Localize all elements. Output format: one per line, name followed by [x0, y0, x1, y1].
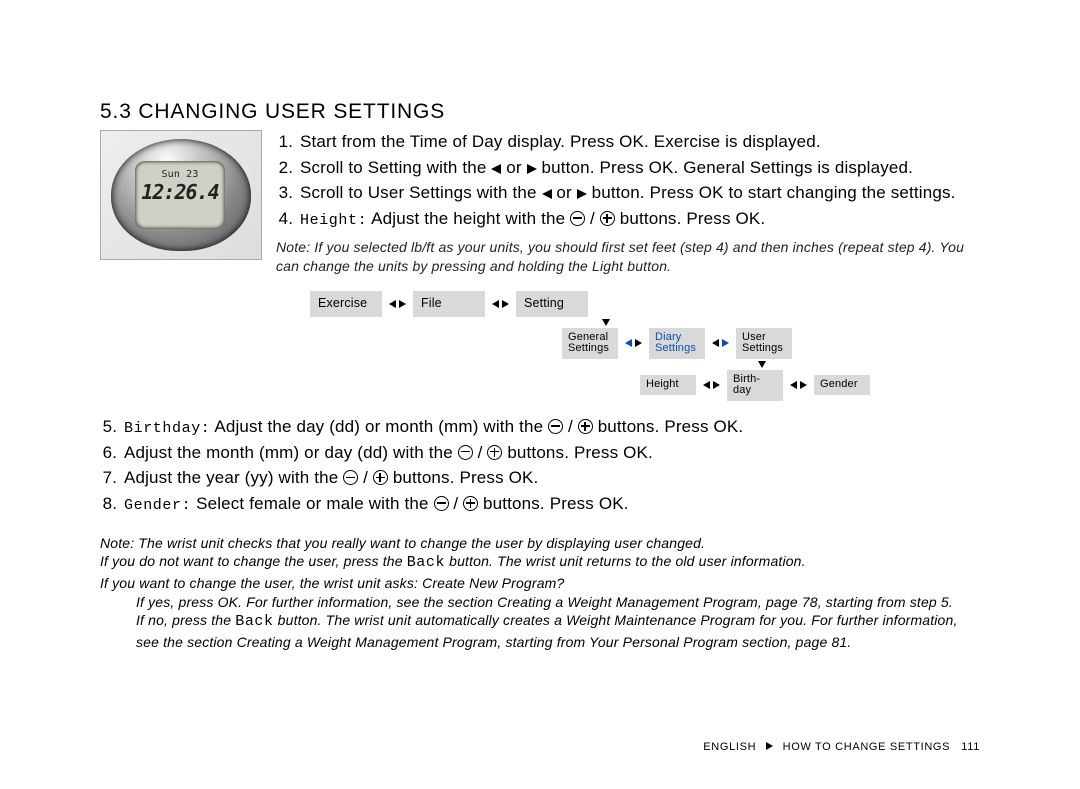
height-label: Height:: [300, 212, 367, 229]
right-arrow-icon: [577, 189, 587, 199]
footer-section: HOW TO CHANGE SETTINGS: [783, 741, 951, 753]
watch-time: 12:26.4: [135, 180, 225, 204]
steps-1-4: Start from the Time of Day display. Pres…: [276, 130, 980, 232]
left-arrow-icon: [542, 189, 552, 199]
step-3: Scroll to User Settings with the or butt…: [298, 181, 980, 206]
right-arrow-icon: [399, 300, 406, 308]
page-footer: ENGLISH HOW TO CHANGE SETTINGS 111: [703, 741, 980, 753]
menu-general-settings: General Settings: [562, 328, 618, 359]
menu-row-3: Height Birth- day Gender: [640, 370, 980, 401]
manual-page: 5.3 CHANGING USER SETTINGS Sun 23 12:26.…: [0, 0, 1080, 692]
menu-diagram: Exercise File Setting General Settings D…: [310, 291, 980, 400]
menu-diary-settings: Diary Settings: [649, 328, 705, 359]
steps-5-8: Birthday: Adjust the day (dd) or month (…: [100, 415, 980, 517]
right-arrow-icon: [766, 742, 773, 750]
left-arrow-icon: [389, 300, 396, 308]
step-4: Height: Adjust the height with the / but…: [298, 207, 980, 232]
down-arrow-icon: [602, 319, 610, 326]
step-6: Adjust the month (mm) or day (dd) with t…: [122, 441, 980, 466]
menu-gender: Gender: [814, 375, 870, 395]
left-arrow-icon: [491, 164, 501, 174]
menu-setting: Setting: [516, 291, 588, 316]
right-arrow-icon: [713, 381, 720, 389]
down-arrow-icon: [758, 361, 766, 368]
birthday-label: Birthday:: [124, 420, 210, 437]
left-arrow-icon: [625, 339, 632, 347]
footer-lang: ENGLISH: [703, 741, 756, 753]
right-arrow-icon: [722, 339, 729, 347]
menu-height: Height: [640, 375, 696, 395]
minus-icon: [343, 470, 358, 485]
step-5: Birthday: Adjust the day (dd) or month (…: [122, 415, 980, 440]
note-line-2: If you do not want to change the user, p…: [100, 552, 980, 573]
note-line-3: If you want to change the user, the wris…: [100, 574, 980, 593]
minus-icon: [570, 211, 585, 226]
notes-block: Note: The wrist unit checks that you rea…: [100, 534, 980, 652]
right-arrow-icon: [502, 300, 509, 308]
right-arrow-icon: [635, 339, 642, 347]
note-line-5: If no, press the Back button. The wrist …: [136, 611, 980, 651]
watch-date: Sun 23: [135, 169, 225, 180]
menu-birthday: Birth- day: [727, 370, 783, 401]
step-7: Adjust the year (yy) with the / buttons.…: [122, 466, 980, 491]
watch-illustration: Sun 23 12:26.4: [100, 130, 262, 260]
menu-exercise: Exercise: [310, 291, 382, 316]
menu-row-1: Exercise File Setting: [310, 291, 980, 316]
step-1: Start from the Time of Day display. Pres…: [298, 130, 980, 155]
gender-label: Gender:: [124, 497, 191, 514]
left-arrow-icon: [790, 381, 797, 389]
top-block: Sun 23 12:26.4 Start from the Time of Da…: [100, 130, 980, 285]
watch-face: Sun 23 12:26.4: [135, 161, 225, 229]
plus-icon: [463, 496, 478, 511]
minus-icon: [458, 445, 473, 460]
plus-icon: [578, 419, 593, 434]
note-line-1: Note: The wrist unit checks that you rea…: [100, 534, 980, 553]
left-arrow-icon: [492, 300, 499, 308]
step-8: Gender: Select female or male with the /…: [122, 492, 980, 517]
page-number: 111: [961, 741, 980, 753]
menu-user-settings: User Settings: [736, 328, 792, 359]
note-units: Note: If you selected lb/ft as your unit…: [276, 238, 980, 276]
plus-icon: [487, 445, 502, 460]
section-heading: 5.3 CHANGING USER SETTINGS: [100, 100, 980, 124]
minus-icon: [548, 419, 563, 434]
menu-row-2: General Settings Diary Settings User Set…: [562, 328, 980, 359]
left-arrow-icon: [703, 381, 710, 389]
plus-icon: [373, 470, 388, 485]
right-arrow-icon: [800, 381, 807, 389]
minus-icon: [434, 496, 449, 511]
note-line-4: If yes, press OK. For further informatio…: [136, 593, 980, 612]
step-2: Scroll to Setting with the or button. Pr…: [298, 156, 980, 181]
menu-file: File: [413, 291, 485, 316]
right-arrow-icon: [527, 164, 537, 174]
left-arrow-icon: [712, 339, 719, 347]
plus-icon: [600, 211, 615, 226]
